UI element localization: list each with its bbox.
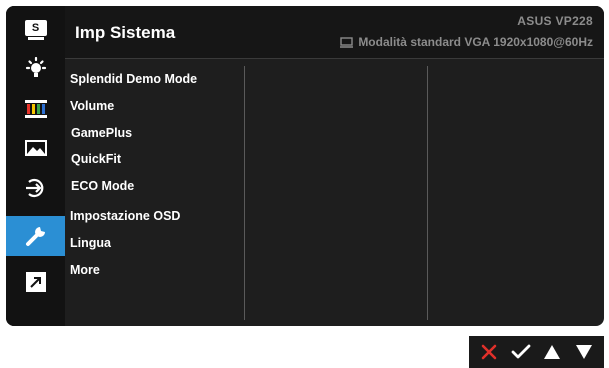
sidebar: S — [6, 6, 65, 326]
page-title: Imp Sistema — [75, 23, 176, 42]
input-select-icon — [25, 178, 43, 198]
color-bars-icon — [24, 100, 47, 118]
splendid-s-icon: S — [24, 20, 47, 40]
down-button[interactable] — [571, 339, 597, 365]
brightness-icon — [25, 57, 46, 77]
sidebar-item-system-setup[interactable] — [6, 216, 65, 256]
mode-info: Modalità standard VGA 1920x1080@60Hz — [358, 35, 593, 49]
close-x-icon — [481, 344, 497, 360]
sidebar-item-image[interactable] — [6, 128, 65, 168]
menu-item-volume[interactable]: Volume — [70, 99, 114, 113]
sidebar-item-color[interactable] — [6, 89, 65, 129]
close-button[interactable] — [476, 339, 502, 365]
nav-bar — [469, 336, 604, 368]
confirm-check-icon — [511, 344, 531, 359]
down-arrow-icon — [576, 345, 593, 359]
menu-item-splendid-demo-mode[interactable]: Splendid Demo Mode — [70, 72, 197, 86]
sidebar-item-shortcut[interactable] — [6, 262, 65, 302]
up-button[interactable] — [539, 339, 565, 365]
shortcut-arrow-icon — [25, 272, 46, 292]
menu-item-osd-setup[interactable]: Impostazione OSD — [70, 209, 180, 223]
menu-item-language[interactable]: Lingua — [70, 236, 111, 250]
up-arrow-icon — [544, 345, 561, 359]
menu-item-eco-mode[interactable]: ECO Mode — [71, 179, 134, 193]
monitor-icon — [340, 36, 354, 48]
column-divider — [244, 66, 245, 320]
menu-item-more[interactable]: More — [70, 263, 100, 277]
menu-item-quickfit[interactable]: QuickFit — [71, 152, 121, 166]
image-icon — [24, 140, 47, 156]
wrench-icon — [25, 227, 45, 246]
column-divider — [427, 66, 428, 320]
monitor-model: ASUS VP228 — [517, 14, 593, 28]
sidebar-item-input[interactable] — [6, 168, 65, 208]
menu-item-gameplus[interactable]: GamePlus — [71, 126, 132, 140]
sidebar-item-splendid[interactable]: S — [6, 8, 65, 48]
confirm-button[interactable] — [508, 339, 534, 365]
mode-info-row: Modalità standard VGA 1920x1080@60Hz — [340, 35, 593, 49]
sidebar-item-brightness[interactable] — [6, 49, 65, 89]
osd-header: Imp Sistema ASUS VP228 Modalità standard… — [65, 6, 604, 59]
osd-panel: S Imp Sistema ASUS VP228 Modalità standa… — [6, 6, 604, 326]
splendid-s-label: S — [31, 22, 40, 34]
